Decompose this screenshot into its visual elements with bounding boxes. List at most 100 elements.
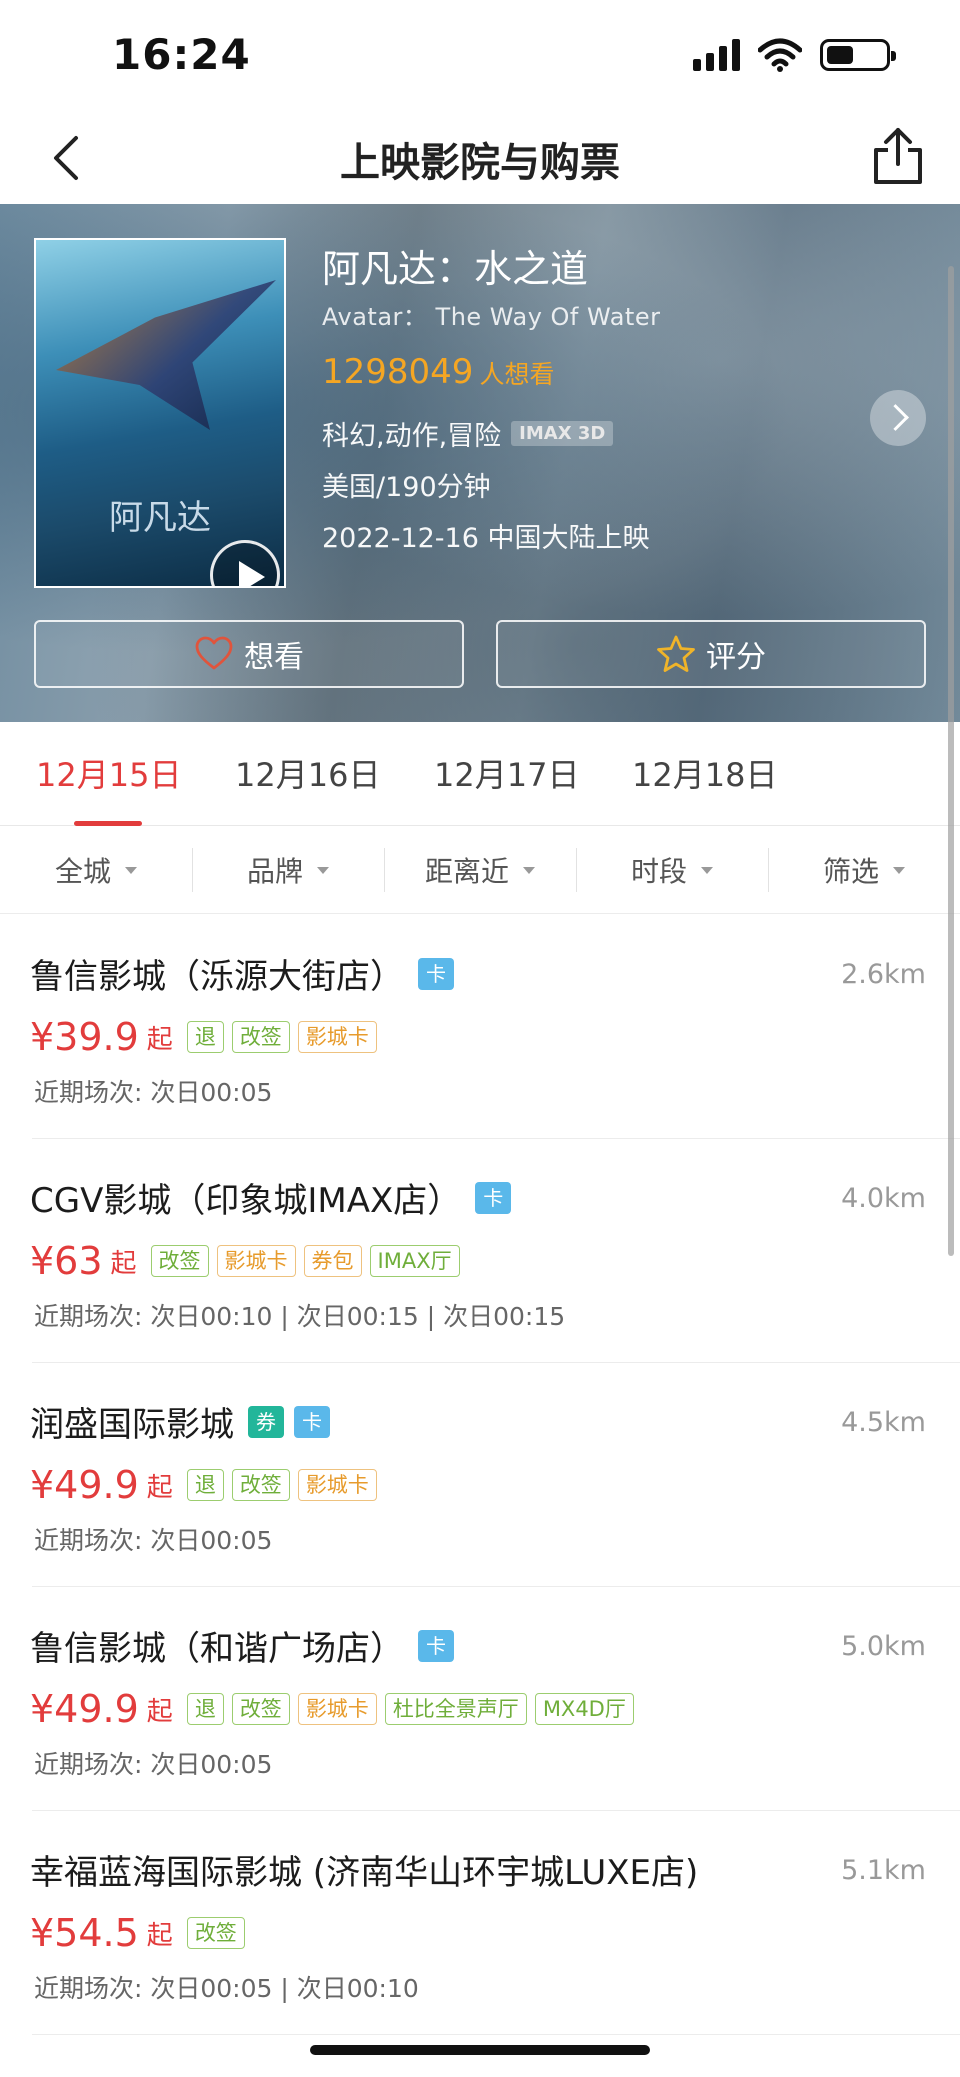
caret-down-icon bbox=[701, 866, 713, 874]
cinema-list: 鲁信影城（泺源大街店） 卡 2.6km ¥39.9 起 退 改签 影城卡 近期场… bbox=[0, 915, 960, 2035]
cinema-price: ¥54.5 bbox=[30, 1911, 139, 1955]
wifi-icon bbox=[758, 38, 802, 72]
want-count-row: 1298049 人想看 bbox=[322, 352, 660, 392]
movie-poster[interactable]: 阿凡达 bbox=[34, 238, 286, 588]
play-trailer-icon[interactable] bbox=[210, 540, 280, 586]
cinema-name-row: 幸福蓝海国际影城 (济南华山环宇城LUXE店) bbox=[30, 1845, 698, 1894]
tab-date-3[interactable]: 12月17日 bbox=[434, 750, 579, 796]
movie-english-title: Avatar： The Way Of Water bbox=[322, 303, 661, 331]
filter-time-label: 时段 bbox=[630, 855, 687, 888]
cinema-showtimes: 近期场次: 次日00:05 bbox=[34, 1526, 273, 1555]
cinema-item[interactable]: 鲁信影城（泺源大街店） 卡 2.6km ¥39.9 起 退 改签 影城卡 近期场… bbox=[0, 915, 960, 1139]
price-row: ¥49.9 起 退 改签 影城卡 bbox=[30, 1463, 377, 1507]
card-badge: 卡 bbox=[475, 1181, 512, 1214]
tab-date-4[interactable]: 12月18日 bbox=[632, 750, 777, 796]
cinema-name-row: CGV影城（印象城IMAX店） 卡 bbox=[30, 1173, 512, 1222]
filter-brand[interactable]: 品牌 bbox=[192, 826, 384, 914]
card-badge: 卡 bbox=[418, 1629, 454, 1662]
service-tag: 影城卡 bbox=[216, 1245, 296, 1277]
service-tag: 改签 bbox=[231, 1693, 290, 1725]
price-row: ¥49.9 起 退 改签 影城卡 杜比全景声厅 MX4D厅 bbox=[30, 1687, 634, 1731]
movie-genres: 科幻,动作,冒险 bbox=[322, 421, 502, 452]
movie-info: 阿凡达：水之道 Avatar： The Way Of Water 1298049… bbox=[322, 238, 660, 555]
movie-header: 阿凡达 阿凡达：水之道 Avatar： The Way Of Water 129… bbox=[0, 204, 960, 722]
coupon-badge: 券 bbox=[248, 1405, 284, 1438]
battery-icon bbox=[820, 39, 896, 71]
cinema-showtimes: 近期场次: 次日00:10 | 次日00:15 | 次日00:15 bbox=[34, 1302, 566, 1331]
poster-artwork bbox=[56, 280, 276, 430]
caret-down-icon bbox=[317, 866, 329, 874]
cinema-item[interactable]: 幸福蓝海国际影城 (济南华山环宇城LUXE店) 5.1km ¥54.5 起 改签… bbox=[0, 1811, 960, 2035]
service-tag: 改签 bbox=[186, 1917, 245, 1949]
service-tag: 影城卡 bbox=[297, 1021, 377, 1053]
want-button[interactable]: 想看 bbox=[34, 620, 464, 688]
want-suffix: 人想看 bbox=[479, 360, 555, 389]
movie-detail-arrow-icon[interactable] bbox=[870, 390, 926, 446]
filter-bar: 全城 品牌 距离近 时段 筛选 bbox=[0, 826, 960, 914]
service-tag: 改签 bbox=[150, 1245, 209, 1277]
status-icons bbox=[693, 38, 896, 72]
cinema-name-row: 鲁信影城（和谐广场店） 卡 bbox=[30, 1621, 454, 1670]
cinema-item[interactable]: CGV影城（印象城IMAX店） 卡 4.0km ¥63 起 改签 影城卡 券包 … bbox=[0, 1139, 960, 1363]
cellular-signal-icon bbox=[693, 39, 740, 71]
cinema-showtimes: 近期场次: 次日00:05 bbox=[34, 1750, 273, 1779]
status-time: 16:24 bbox=[112, 30, 251, 79]
service-tag: 退 bbox=[186, 1693, 224, 1725]
service-tag: MX4D厅 bbox=[534, 1693, 634, 1725]
rate-button-label: 评分 bbox=[706, 640, 766, 675]
filter-distance-label: 距离近 bbox=[424, 855, 509, 888]
poster-title: 阿凡达 bbox=[109, 498, 211, 538]
service-tag: 退 bbox=[186, 1469, 224, 1501]
filter-time[interactable]: 时段 bbox=[576, 826, 768, 914]
filter-more[interactable]: 筛选 bbox=[768, 826, 960, 914]
heart-icon bbox=[195, 636, 233, 670]
cinema-name: 幸福蓝海国际影城 (济南华山环宇城LUXE店) bbox=[30, 1853, 699, 1893]
format-tag: IMAX 3D bbox=[511, 421, 614, 446]
service-tag: 影城卡 bbox=[297, 1693, 377, 1725]
page-title: 上映影院与购票 bbox=[340, 140, 620, 186]
cinema-price: ¥39.9 bbox=[30, 1015, 139, 1059]
cinema-name: 鲁信影城（泺源大街店） bbox=[30, 957, 404, 997]
cinema-name-row: 鲁信影城（泺源大街店） 卡 bbox=[30, 949, 454, 998]
cinema-price: ¥49.9 bbox=[30, 1463, 139, 1507]
want-count: 1298049 bbox=[322, 352, 474, 392]
cinema-showtimes: 近期场次: 次日00:05 bbox=[34, 1078, 273, 1107]
share-icon[interactable] bbox=[868, 124, 928, 188]
cinema-name: CGV影城（印象城IMAX店） bbox=[30, 1181, 462, 1221]
cinema-distance: 5.0km bbox=[841, 1631, 926, 1662]
card-badge: 卡 bbox=[294, 1405, 330, 1438]
price-suffix: 起 bbox=[146, 1024, 173, 1055]
date-tabs: 12月15日 12月16日 12月17日 12月18日 bbox=[0, 722, 960, 826]
star-icon bbox=[657, 635, 695, 672]
cinema-distance: 4.5km bbox=[841, 1407, 926, 1438]
scrollbar[interactable] bbox=[948, 266, 954, 1256]
tab-date-2[interactable]: 12月16日 bbox=[235, 750, 380, 796]
nav-bar: 上映影院与购票 bbox=[0, 110, 960, 204]
cinema-showtimes: 近期场次: 次日00:05 | 次日00:10 bbox=[34, 1974, 419, 2003]
want-button-label: 想看 bbox=[244, 640, 304, 675]
price-suffix: 起 bbox=[110, 1248, 137, 1279]
service-tag: IMAX厅 bbox=[369, 1245, 460, 1277]
price-suffix: 起 bbox=[146, 1920, 173, 1951]
cinema-item[interactable]: 润盛国际影城 券 卡 4.5km ¥49.9 起 退 改签 影城卡 近期场次: … bbox=[0, 1363, 960, 1587]
cinema-name: 鲁信影城（和谐广场店） bbox=[30, 1629, 404, 1669]
cinema-item[interactable]: 鲁信影城（和谐广场店） 卡 5.0km ¥49.9 起 退 改签 影城卡 杜比全… bbox=[0, 1587, 960, 1811]
cinema-price: ¥49.9 bbox=[30, 1687, 139, 1731]
filter-area[interactable]: 全城 bbox=[0, 826, 192, 914]
caret-down-icon bbox=[893, 866, 905, 874]
genre-row: 科幻,动作,冒险 IMAX 3D bbox=[322, 414, 660, 453]
filter-distance[interactable]: 距离近 bbox=[384, 826, 576, 914]
cinema-name: 润盛国际影城 bbox=[30, 1405, 234, 1445]
cinema-name-row: 润盛国际影城 券 卡 bbox=[30, 1397, 330, 1446]
price-suffix: 起 bbox=[146, 1472, 173, 1503]
service-tag: 改签 bbox=[231, 1021, 290, 1053]
tab-date-1[interactable]: 12月15日 bbox=[36, 750, 181, 796]
rate-button[interactable]: 评分 bbox=[496, 620, 926, 688]
movie-title: 阿凡达：水之道 bbox=[322, 247, 589, 291]
service-tag: 券包 bbox=[303, 1245, 362, 1277]
cinema-price: ¥63 bbox=[30, 1239, 103, 1283]
filter-area-label: 全城 bbox=[54, 855, 111, 888]
home-indicator[interactable] bbox=[310, 2045, 650, 2055]
movie-release: 2022-12-16 中国大陆上映 bbox=[322, 523, 650, 554]
filter-more-label: 筛选 bbox=[822, 855, 879, 888]
